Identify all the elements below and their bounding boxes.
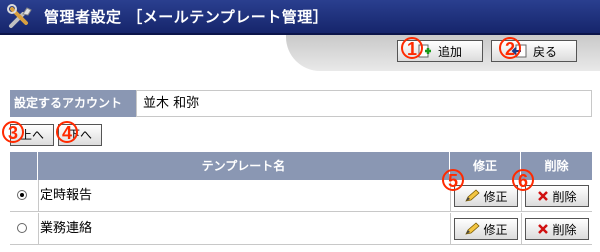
delete-x-icon bbox=[538, 224, 549, 234]
table-header-name: テンプレート名 bbox=[38, 152, 450, 180]
row-radio[interactable] bbox=[17, 223, 27, 233]
divider bbox=[38, 213, 39, 245]
annotation-1: 1 bbox=[401, 37, 423, 59]
table-row: 業務連絡 修正 削除 bbox=[10, 213, 592, 245]
edit-button[interactable]: 修正 bbox=[454, 185, 518, 207]
pencil-icon bbox=[465, 189, 481, 202]
delete-label: 削除 bbox=[552, 222, 577, 237]
account-label: 設定するアカウント bbox=[10, 90, 136, 117]
table-row: 定時報告 修正 削除 bbox=[10, 180, 592, 212]
edit-button[interactable]: 修正 bbox=[454, 218, 518, 240]
row-radio[interactable] bbox=[17, 190, 27, 200]
annotation-4: 4 bbox=[56, 121, 78, 143]
page-title: 管理者設定 ［メールテンプレート管理］ bbox=[44, 8, 329, 26]
annotation-5: 5 bbox=[442, 169, 464, 191]
template-name: 定時報告 bbox=[40, 188, 93, 203]
delete-button[interactable]: 削除 bbox=[525, 185, 589, 207]
divider bbox=[38, 180, 39, 212]
add-button-label: 追加 bbox=[437, 44, 462, 59]
divider bbox=[521, 213, 522, 245]
delete-button[interactable]: 削除 bbox=[525, 218, 589, 240]
table-header-select bbox=[10, 152, 38, 180]
account-value: 並木 和弥 bbox=[136, 90, 592, 117]
divider bbox=[450, 213, 451, 245]
delete-x-icon bbox=[538, 191, 549, 201]
annotation-3: 3 bbox=[2, 121, 24, 143]
back-button-label: 戻る bbox=[532, 44, 557, 59]
title-bar: 管理者設定 ［メールテンプレート管理］ bbox=[0, 0, 600, 35]
annotation-6: 6 bbox=[512, 169, 534, 191]
edit-label: 修正 bbox=[483, 189, 508, 204]
template-name: 業務連絡 bbox=[40, 221, 93, 236]
pencil-icon bbox=[465, 222, 481, 235]
edit-label: 修正 bbox=[483, 222, 508, 237]
tools-icon bbox=[7, 4, 32, 28]
annotation-2: 2 bbox=[499, 37, 521, 59]
delete-label: 削除 bbox=[552, 189, 577, 204]
